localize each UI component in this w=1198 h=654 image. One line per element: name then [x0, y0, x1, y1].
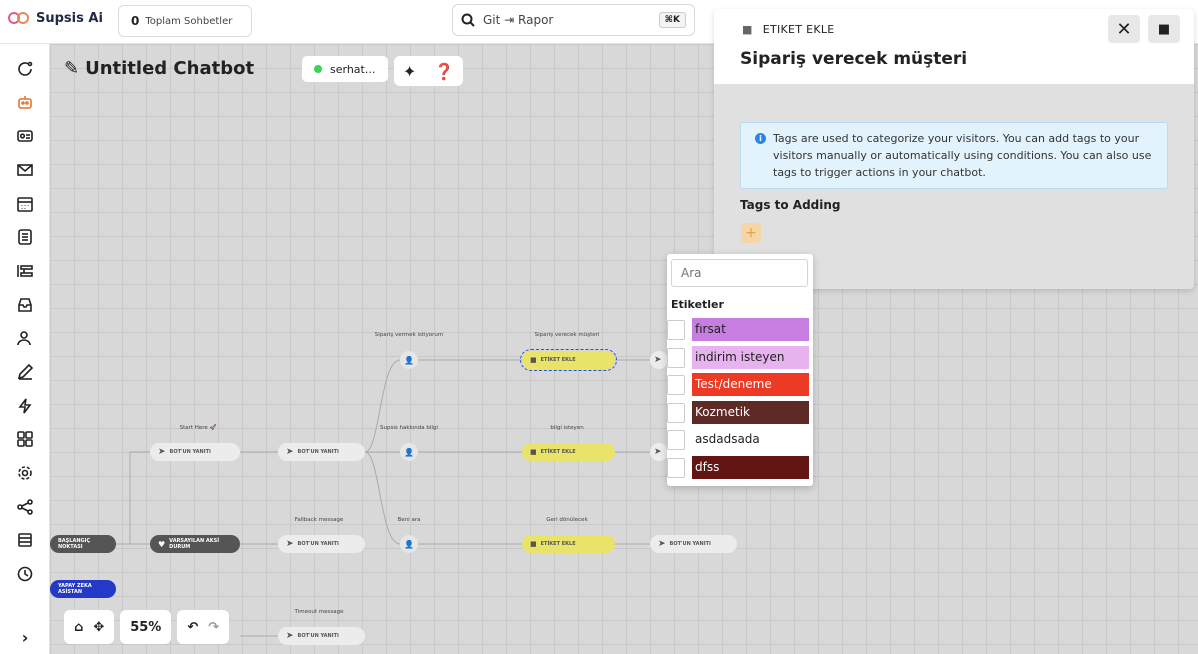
- flow-node-ai-assistant[interactable]: YAPAY ZEKA ASİSTAN: [50, 580, 116, 598]
- flow-node-default-fallback[interactable]: ♥ VARSAYILAN AKSİ DURUM: [150, 535, 240, 553]
- flow-node-add-tag-selected[interactable]: ■ ETİKET EKLE: [520, 349, 617, 371]
- tag-option[interactable]: Test/deneme: [667, 373, 813, 397]
- history-controls: ↶ ↷: [177, 610, 230, 644]
- editor-tools: ✦ ❓: [394, 56, 463, 86]
- tag-chip[interactable]: indirim isteyen: [692, 345, 809, 369]
- flow-node-bot-reply[interactable]: ➤ BOT'UN YANITI: [278, 443, 365, 461]
- tag-option[interactable]: indirim isteyen: [667, 345, 813, 370]
- tag-checkbox[interactable]: [667, 457, 685, 478]
- tag-option[interactable]: dfss: [667, 455, 813, 480]
- redo-icon[interactable]: ↷: [208, 620, 219, 635]
- help-icon[interactable]: ❓: [434, 62, 454, 81]
- info-text: Tags are used to categorize your visitor…: [773, 132, 1152, 179]
- close-icon: ✕: [1116, 18, 1132, 40]
- pencil-icon[interactable]: ✎: [64, 58, 79, 79]
- tag-option[interactable]: asdadsada: [667, 428, 813, 452]
- panel-type: ■ ETIKET EKLE: [742, 23, 835, 36]
- active-user-name: serhat...: [330, 62, 376, 76]
- tag-chip[interactable]: dfss: [692, 455, 809, 479]
- flow-node-start-point[interactable]: BAŞLANGIÇ NOKTASI: [50, 535, 116, 553]
- tag-chip[interactable]: fırsat: [692, 318, 809, 341]
- tag-chip[interactable]: asdadsada: [692, 428, 809, 451]
- panel-header: ■ ETIKET EKLE Sipariş verecek müşteri ✕ …: [714, 9, 1194, 84]
- bookmark-icon: ■: [742, 23, 753, 36]
- flow-node-bot-reply[interactable]: ➤ BOT'UN YANITI: [150, 443, 240, 461]
- info-icon: i: [755, 133, 766, 144]
- flow-label: Sipariş vermek istiyorum: [374, 332, 444, 338]
- node-settings-panel: ■ ETIKET EKLE Sipariş verecek müşteri ✕ …: [714, 9, 1194, 289]
- person-node-icon[interactable]: 👤: [400, 535, 418, 553]
- chatbot-name: Untitled Chatbot: [85, 58, 255, 79]
- flow-node-add-tag[interactable]: ■ ETİKET EKLE: [522, 443, 615, 461]
- tag-checkbox[interactable]: [667, 375, 685, 395]
- flow-label: Timeout message: [294, 609, 344, 615]
- save-button[interactable]: ■: [1148, 15, 1180, 43]
- flow-label: Start Here 🚀: [179, 425, 217, 431]
- flow-node-add-tag[interactable]: ■ ETİKET EKLE: [522, 535, 615, 553]
- move-icon[interactable]: ✥: [93, 620, 104, 635]
- flow-node-bot-reply[interactable]: ➤ BOT'UN YANITI: [650, 535, 737, 553]
- flow-node-bot-reply[interactable]: ➤ BOT'UN YANITI: [278, 627, 365, 645]
- online-status-icon: [314, 65, 322, 73]
- chatbot-title[interactable]: ✎ Untitled Chatbot: [64, 58, 254, 79]
- tag-dropdown: Etiketler fırsat indirim isteyen Test/dene…: [667, 254, 813, 486]
- panel-title: Sipariş verecek müşteri: [740, 49, 968, 69]
- tag-chip[interactable]: Test/deneme: [692, 373, 809, 396]
- close-button[interactable]: ✕: [1108, 15, 1140, 43]
- tag-checkbox[interactable]: [667, 347, 685, 368]
- tags-label: Tags to Adding: [740, 198, 841, 212]
- person-node-icon[interactable]: 👤: [400, 443, 418, 461]
- save-icon: ■: [1157, 21, 1171, 37]
- tags-header: Etiketler: [671, 298, 724, 311]
- flow-label: Geri dönülecek: [546, 517, 588, 523]
- home-icon[interactable]: ⌂: [74, 620, 83, 635]
- tag-checkbox[interactable]: [667, 320, 685, 340]
- view-controls: ⌂ ✥: [64, 610, 115, 644]
- flow-node-bot-reply[interactable]: ➤: [650, 351, 668, 369]
- panel-type-label: ETIKET EKLE: [762, 23, 835, 36]
- tag-checkbox[interactable]: [667, 402, 685, 423]
- person-node-icon[interactable]: 👤: [400, 351, 418, 369]
- tag-option[interactable]: Kozmetik: [667, 400, 813, 425]
- flow-label: Supsis hakkında bilgi: [380, 425, 438, 431]
- ai-sparkle-icon[interactable]: ✦: [403, 62, 416, 81]
- tag-option[interactable]: fırsat: [667, 318, 813, 342]
- tag-search-input[interactable]: [671, 259, 808, 287]
- flow-label: Beni ara: [397, 517, 421, 523]
- flow-node-bot-reply[interactable]: ➤ BOT'UN YANITI: [278, 535, 365, 553]
- flow-node-bot-reply[interactable]: ➤: [650, 443, 668, 461]
- info-box: i Tags are used to categorize your visit…: [740, 122, 1168, 189]
- flow-label: Fallback message: [294, 517, 344, 523]
- canvas-toolbar: ⌂ ✥ 55% ↶ ↷: [64, 610, 230, 644]
- undo-icon[interactable]: ↶: [187, 620, 198, 635]
- tag-checkbox[interactable]: [667, 430, 685, 450]
- active-user-badge[interactable]: serhat...: [302, 56, 388, 82]
- flow-label: bilgi isteyen: [550, 425, 584, 431]
- tag-chip[interactable]: Kozmetik: [692, 400, 809, 424]
- flow-label: Sipariş verecek müşteri: [534, 332, 600, 338]
- add-tag-button[interactable]: +: [741, 223, 761, 243]
- zoom-level[interactable]: 55%: [120, 610, 172, 644]
